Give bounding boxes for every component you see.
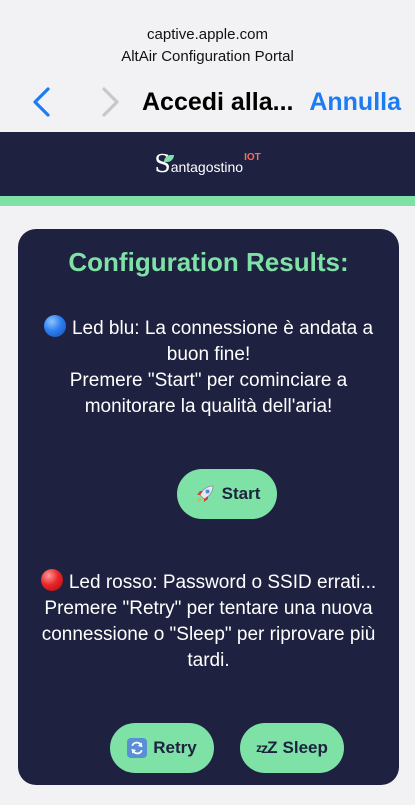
error-message: Led rosso: Password o SSID errati... Pre…	[28, 569, 389, 674]
captive-portal-bar: captive.apple.com AltAir Configuration P…	[0, 0, 415, 132]
sleep-button[interactable]: zzZ Sleep	[240, 723, 344, 773]
retry-button-label: Retry	[153, 738, 197, 757]
configuration-results-card: Configuration Results: Led blu: La conne…	[18, 229, 399, 785]
logo-text: antagostino	[170, 159, 244, 175]
navigation-row: Accedi alla... Annulla	[0, 82, 415, 122]
logo-letter: S	[154, 150, 175, 178]
forward-chevron-icon[interactable]	[96, 86, 126, 118]
santagostino-iot-logo: S antagostino IOT	[0, 132, 415, 196]
blue-circle-icon	[43, 315, 66, 337]
accent-divider	[0, 196, 415, 206]
portal-title: AltAir Configuration Portal	[121, 48, 294, 65]
rocket-icon	[194, 483, 216, 505]
card-title: Configuration Results:	[68, 247, 349, 277]
start-button[interactable]: Start	[177, 469, 277, 519]
error-message-line2: Premere "Retry" per tentare una nuova co…	[41, 598, 376, 671]
red-circle-icon	[40, 569, 63, 591]
host-label: captive.apple.com	[147, 26, 268, 43]
refresh-icon	[127, 738, 148, 758]
success-message: Led blu: La connessione è andata a buon …	[28, 315, 389, 420]
cancel-button[interactable]: Annulla	[309, 85, 401, 119]
site-header: S antagostino IOT	[0, 132, 415, 196]
retry-button[interactable]: Retry	[110, 723, 214, 773]
start-button-label: Start	[221, 484, 261, 503]
error-message-line1: Led rosso: Password o SSID errati...	[68, 572, 377, 593]
logo-iot-suffix: IOT	[244, 152, 261, 163]
success-message-line1: Led blu: La connessione è andata a buon …	[71, 318, 374, 365]
success-message-line2: Premere "Start" per cominciare a monitor…	[69, 370, 348, 417]
page-title: Accedi alla...	[142, 88, 294, 116]
back-chevron-icon[interactable]	[28, 86, 58, 118]
zzz-icon: zzZ	[256, 738, 277, 757]
sleep-button-label: Sleep	[282, 738, 328, 757]
